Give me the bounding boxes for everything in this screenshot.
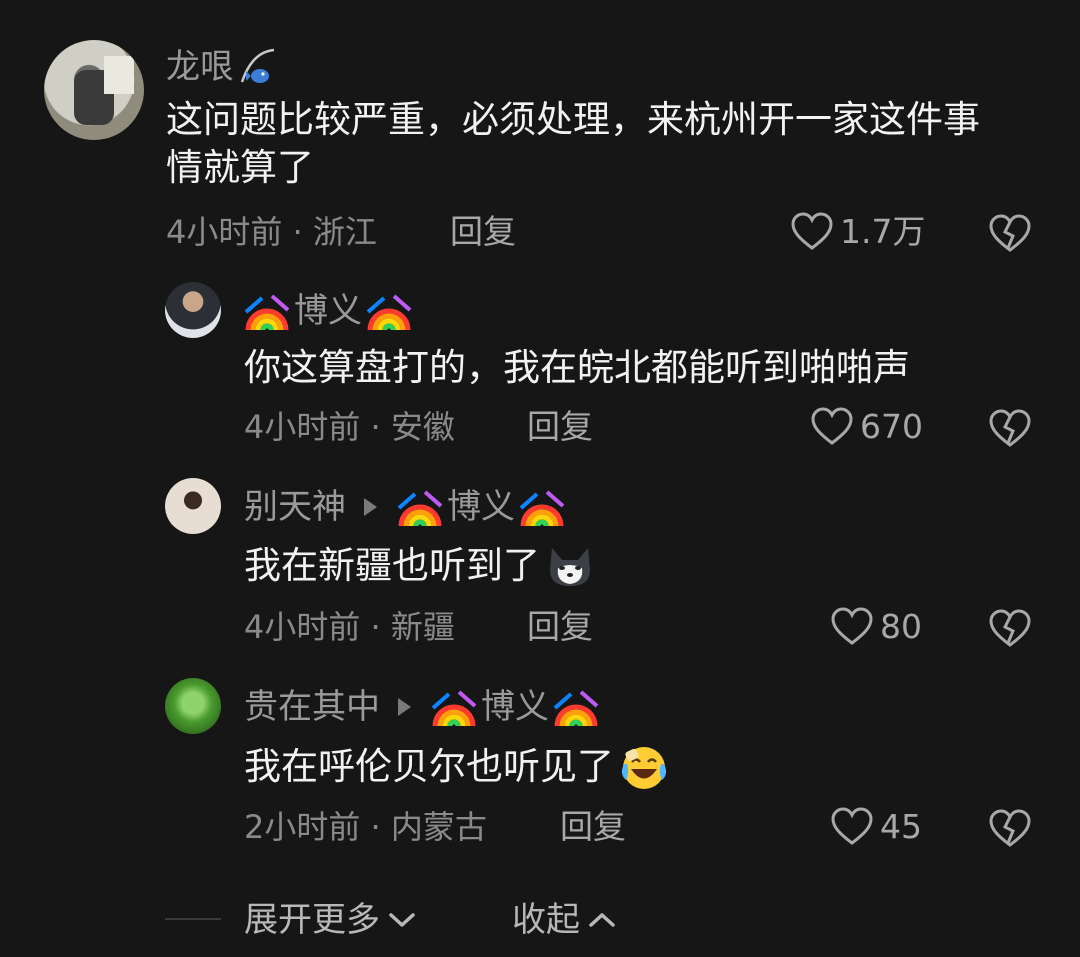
rainbow-icon — [431, 686, 477, 728]
author-name[interactable]: 别天神 — [244, 487, 346, 527]
heart-icon — [830, 807, 874, 847]
avatar[interactable] — [165, 678, 221, 734]
reply-text: 我在新疆也听到了 — [244, 544, 540, 587]
comment-text: 这问题比较严重，必须处理，来杭州开一家这件事情就算了 — [166, 98, 980, 189]
reply-text-row: 我在新疆也听到了 — [244, 542, 596, 590]
rainbow-icon — [366, 290, 412, 332]
broken-heart-icon[interactable] — [988, 212, 1032, 256]
play-triangle-icon — [364, 498, 377, 516]
collapse-button[interactable]: 收起 — [512, 900, 616, 940]
expand-more-button[interactable]: 展开更多 — [244, 900, 416, 940]
heart-icon — [790, 212, 834, 252]
avatar[interactable] — [165, 478, 221, 534]
reply-author[interactable]: 博义 — [244, 290, 412, 332]
broken-heart-icon[interactable] — [988, 607, 1032, 651]
heart-icon — [810, 407, 854, 447]
rainbow-icon — [244, 290, 290, 332]
reply-author[interactable]: 贵在其中 博义 — [244, 686, 599, 728]
author-name[interactable]: 博义 — [294, 291, 362, 331]
reply-meta: 4小时前 · 安徽 — [244, 408, 455, 446]
chevron-down-icon — [389, 913, 415, 927]
reply-meta: 2小时前 · 内蒙古 — [244, 808, 487, 846]
reply-button[interactable]: 回复 — [450, 212, 516, 252]
reply-text: 我在呼伦贝尔也听见了 — [244, 745, 614, 788]
play-triangle-icon — [398, 698, 411, 716]
divider — [165, 918, 221, 920]
reply-button[interactable]: 回复 — [560, 807, 626, 847]
heart-icon — [830, 607, 874, 647]
author-name[interactable]: 龙哏 — [166, 47, 234, 87]
reply-button[interactable]: 回复 — [527, 607, 593, 647]
like-count: 1.7万 — [840, 212, 926, 251]
avatar[interactable] — [44, 40, 144, 140]
reply-to-name[interactable]: 博义 — [447, 487, 515, 527]
rainbow-icon — [553, 686, 599, 728]
like-button[interactable]: 670 — [810, 407, 923, 447]
chevron-up-icon — [589, 913, 615, 927]
reply-button[interactable]: 回复 — [527, 407, 593, 447]
reply-text-row: 我在呼伦贝尔也听见了 — [244, 742, 670, 792]
collapse-label: 收起 — [512, 900, 580, 940]
dog-emoji-icon — [550, 548, 590, 586]
like-button[interactable]: 45 — [830, 807, 922, 847]
broken-heart-icon[interactable] — [988, 807, 1032, 851]
like-count: 45 — [880, 807, 922, 846]
comment-author[interactable]: 龙哏 — [166, 46, 280, 88]
expand-more-label: 展开更多 — [244, 900, 380, 940]
rainbow-icon — [397, 486, 443, 528]
laughing-tears-emoji-icon — [621, 747, 667, 789]
like-button[interactable]: 80 — [830, 607, 922, 647]
like-button[interactable]: 1.7万 — [790, 212, 925, 252]
rainbow-icon — [519, 486, 565, 528]
reply-to-name[interactable]: 博义 — [481, 687, 549, 727]
like-count: 670 — [860, 407, 923, 446]
reply-text: 你这算盘打的，我在皖北都能听到啪啪声 — [244, 346, 910, 389]
comment-meta: 4小时前 · 浙江 — [166, 213, 377, 251]
fishing-rod-icon — [240, 48, 275, 83]
broken-heart-icon[interactable] — [988, 407, 1032, 451]
like-count: 80 — [880, 607, 922, 646]
author-name[interactable]: 贵在其中 — [244, 687, 380, 727]
reply-meta: 4小时前 · 新疆 — [244, 608, 455, 646]
reply-author[interactable]: 别天神 博义 — [244, 486, 565, 528]
avatar[interactable] — [165, 282, 221, 338]
